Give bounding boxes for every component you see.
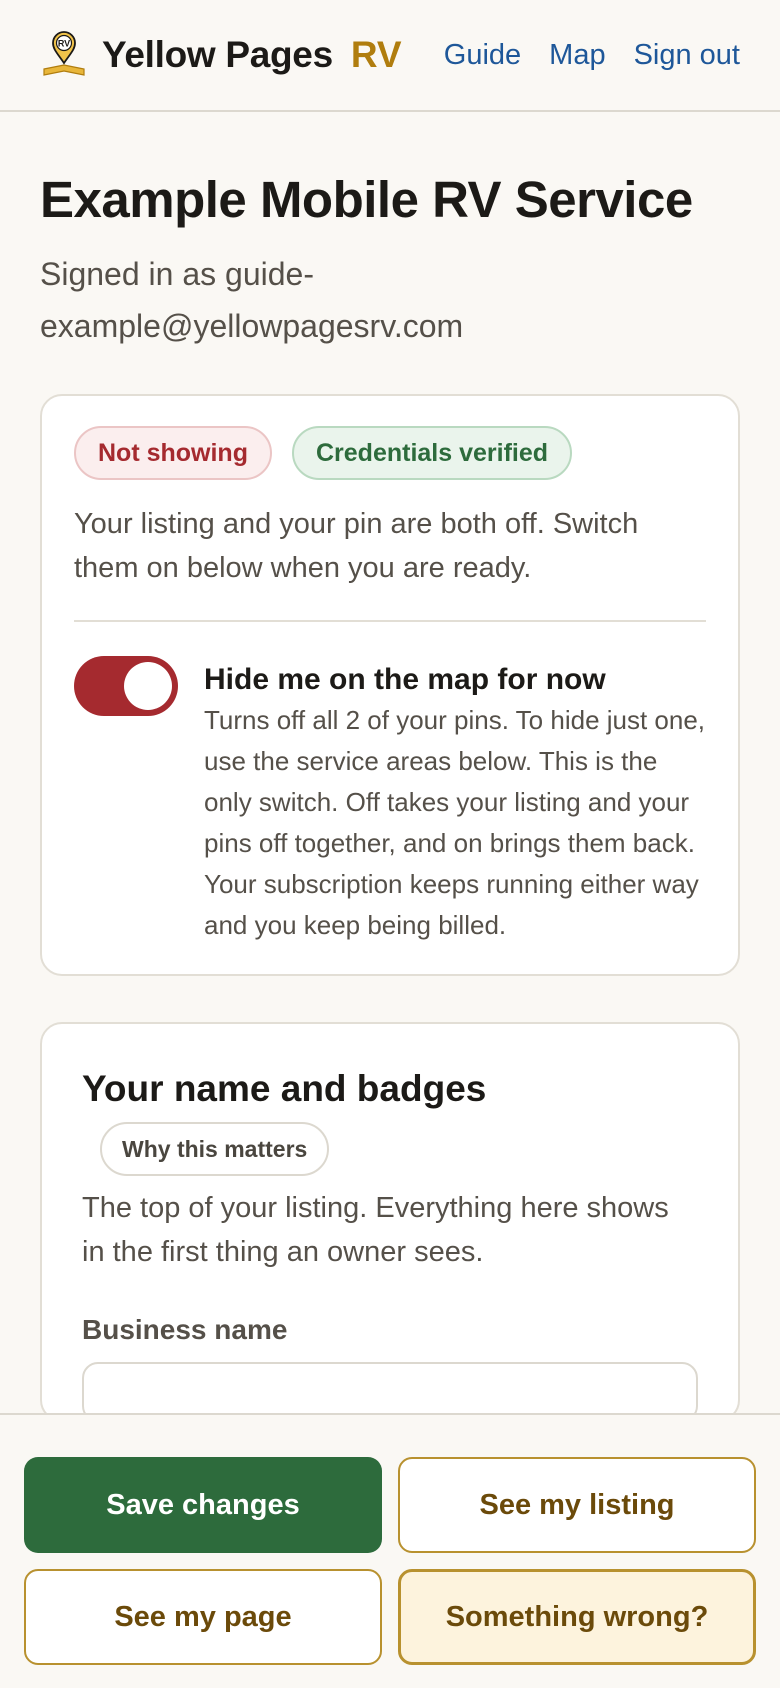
- rv-pin-logo-icon: RV: [43, 31, 85, 76]
- credentials-verified-badge: Credentials verified: [291, 426, 573, 481]
- save-changes-button[interactable]: Save changes: [24, 1457, 382, 1553]
- section-description: The top of your listing. Everything here…: [82, 1192, 669, 1269]
- something-wrong-button[interactable]: Something wrong?: [398, 1569, 756, 1665]
- listing-status-card: Not showing Credentials verified Your li…: [40, 394, 740, 977]
- not-showing-badge: Not showing: [74, 426, 272, 481]
- signed-in-text: Signed in as guide-example@yellowpagesrv…: [40, 256, 464, 345]
- divider: [74, 620, 706, 623]
- section-title: Your name and badges: [82, 1068, 487, 1110]
- name-and-badges-card: Your name and badges Why this matters Th…: [40, 1022, 740, 1423]
- nav-guide-link[interactable]: Guide: [444, 39, 521, 72]
- status-chips: Not showing Credentials verified: [74, 426, 706, 481]
- brand-name: Yellow Pages: [102, 34, 333, 75]
- action-bar: Save changes See my listing See my page …: [0, 1413, 780, 1688]
- hide-on-map-toggle[interactable]: [74, 656, 178, 717]
- hide-on-map-text: Hide me on the map for now Turns off all…: [204, 654, 706, 946]
- hide-on-map-title: Hide me on the map for now: [204, 663, 606, 697]
- business-name-label: Business name: [82, 1314, 288, 1346]
- why-this-matters-button[interactable]: Why this matters: [100, 1122, 330, 1177]
- brand-suffix: RV: [350, 34, 402, 75]
- top-bar: RV Yellow Pages RV Guide Map Sign out: [0, 0, 780, 112]
- top-nav: Guide Map Sign out: [420, 39, 740, 72]
- see-my-page-button[interactable]: See my page: [24, 1569, 382, 1665]
- see-my-listing-button[interactable]: See my listing: [398, 1457, 756, 1553]
- status-description: Your listing and your pin are both off. …: [74, 508, 639, 585]
- nav-sign-out-link[interactable]: Sign out: [634, 39, 740, 72]
- toggle-knob: [124, 662, 172, 711]
- hide-on-map-row: Hide me on the map for now Turns off all…: [74, 654, 706, 946]
- page-title: Example Mobile RV Service: [40, 171, 693, 228]
- main-content: Example Mobile RV Service Signed in as g…: [40, 112, 740, 1423]
- nav-map-link[interactable]: Map: [549, 39, 605, 72]
- svg-text:RV: RV: [58, 39, 70, 49]
- hide-on-map-description: Turns off all 2 of your pins. To hide ju…: [204, 705, 706, 941]
